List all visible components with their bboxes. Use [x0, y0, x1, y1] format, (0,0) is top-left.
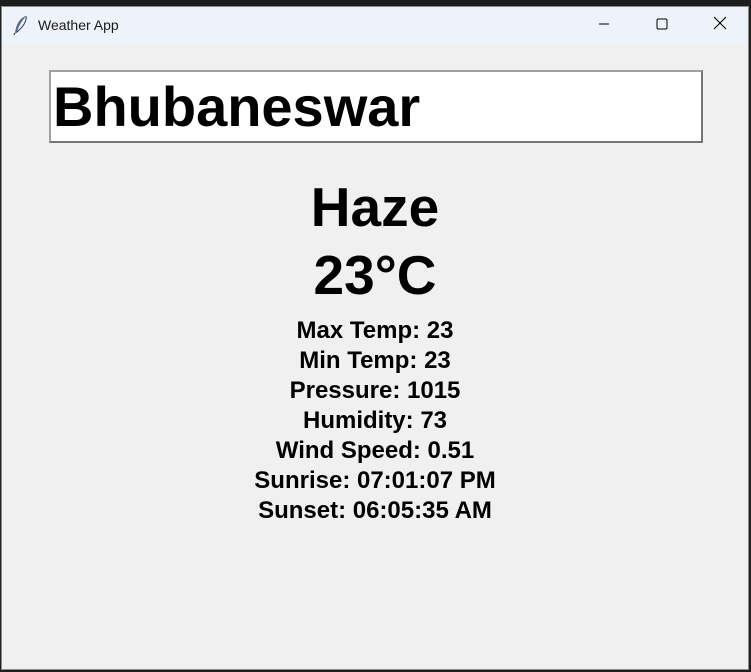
humidity-label: Humidity: 73 — [302, 407, 448, 434]
weather-condition: Haze — [310, 176, 440, 238]
window-title: Weather App — [38, 17, 119, 33]
sunset-label: Sunset: 06:05:35 AM — [258, 497, 492, 524]
min-temp-label: Min Temp: 23 — [299, 347, 451, 374]
title-bar[interactable]: Weather App — [2, 7, 748, 44]
temperature: 23°C — [313, 244, 437, 306]
close-icon — [713, 16, 727, 35]
weather-details: Max Temp: 23 Min Temp: 23 Pressure: 1015… — [2, 316, 748, 526]
pressure-label: Pressure: 1015 — [289, 377, 461, 404]
max-temp-label: Max Temp: 23 — [296, 317, 454, 344]
maximize-icon — [656, 17, 668, 35]
maximize-button[interactable] — [633, 7, 691, 44]
close-button[interactable] — [691, 7, 748, 44]
city-input[interactable] — [49, 70, 703, 143]
feather-icon — [12, 15, 30, 36]
sunrise-label: Sunrise: 07:01:07 PM — [254, 467, 496, 494]
minimize-button[interactable] — [575, 7, 633, 44]
wind-speed-label: Wind Speed: 0.51 — [275, 437, 475, 464]
weather-app-window: Weather App Haze 23°C Max Temp: 23 Min T… — [1, 6, 749, 670]
minimize-icon — [598, 17, 610, 35]
